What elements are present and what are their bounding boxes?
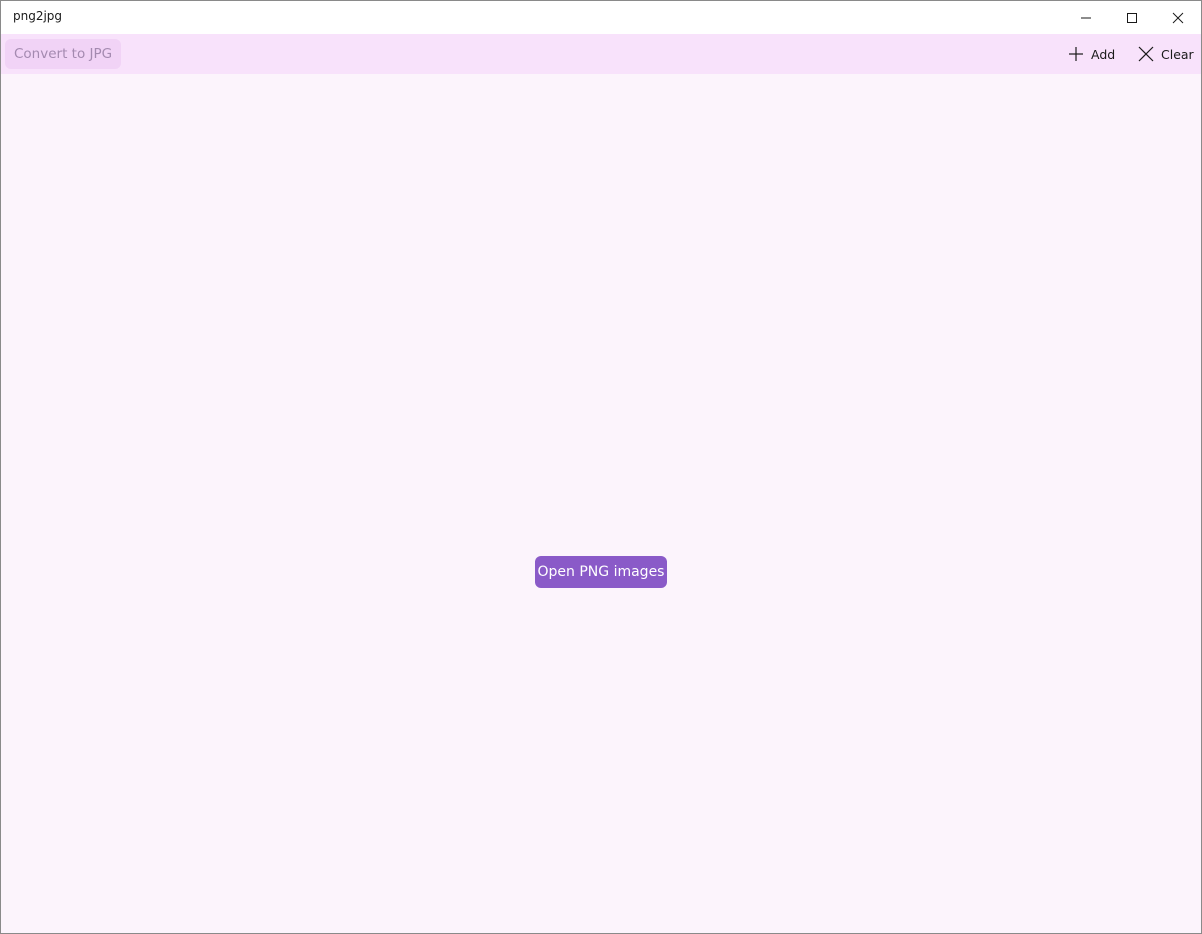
image-list-area: Open PNG images [1, 74, 1201, 933]
app-window: png2jpg Convert to JPG Add Clear Open PN… [0, 0, 1202, 934]
command-bar: Convert to JPG Add Clear [1, 34, 1201, 74]
plus-icon [1069, 47, 1083, 61]
close-icon [1172, 12, 1184, 23]
clear-button[interactable]: Clear [1138, 39, 1194, 69]
minimize-icon [1081, 17, 1091, 18]
close-button[interactable] [1155, 1, 1201, 34]
maximize-icon [1127, 12, 1137, 23]
window-title: png2jpg [13, 9, 63, 23]
title-bar[interactable]: png2jpg [1, 1, 1201, 34]
clear-button-label: Clear [1161, 46, 1194, 62]
open-png-images-button[interactable]: Open PNG images [535, 556, 667, 588]
maximize-button[interactable] [1109, 1, 1155, 34]
x-icon [1138, 46, 1154, 62]
minimize-button[interactable] [1063, 1, 1109, 34]
convert-to-jpg-button[interactable]: Convert to JPG [5, 39, 122, 69]
add-button[interactable]: Add [1068, 39, 1115, 69]
add-button-label: Add [1091, 46, 1116, 62]
